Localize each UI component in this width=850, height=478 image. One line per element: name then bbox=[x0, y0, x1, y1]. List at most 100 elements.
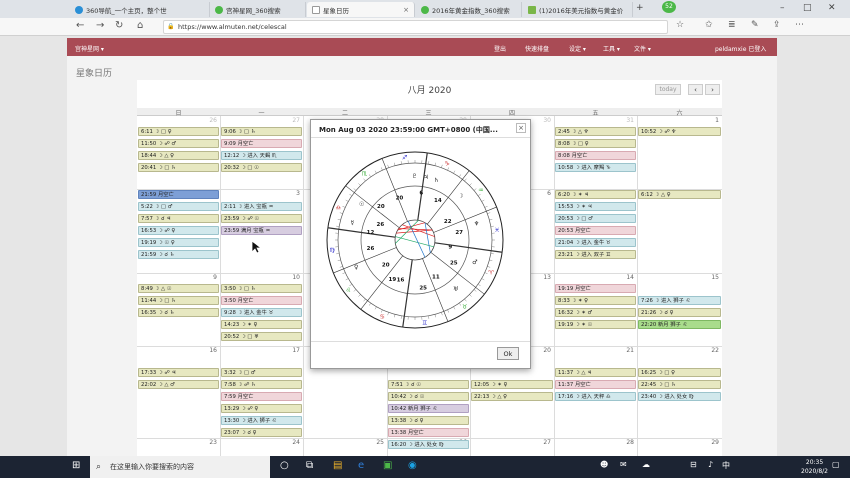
notification-badge[interactable]: 52 bbox=[662, 1, 676, 13]
calendar-event[interactable]: 17:33 ☽ ☍ ♃ bbox=[138, 368, 219, 377]
calendar-event[interactable]: 22:45 ☽ □ ♄ bbox=[638, 380, 721, 389]
reading-list-icon[interactable]: ≣ bbox=[728, 20, 736, 30]
calendar-event[interactable]: 23:59 满月 宝瓶 ♒ bbox=[221, 226, 302, 235]
calendar-event[interactable]: 7:26 ☽ 进入 狮子 ♌ bbox=[638, 296, 721, 305]
day-number[interactable]: 20 bbox=[539, 347, 551, 354]
notifications-icon[interactable]: ▢ bbox=[832, 460, 840, 469]
calendar-event[interactable]: 16:32 ☽ ✶ ♂ bbox=[555, 308, 636, 317]
calendar-event[interactable]: 2:11 ☽ 进入 宝瓶 ♒ bbox=[221, 202, 302, 211]
calendar-event[interactable]: 8:49 ☽ △ ☉ bbox=[138, 284, 219, 293]
calendar-event[interactable]: 21:59 ☽ ☌ ♄ bbox=[138, 250, 219, 259]
calendar-event[interactable]: 9:09 月空亡 bbox=[221, 139, 302, 148]
tools-menu[interactable]: 工具 ▾ bbox=[603, 44, 620, 53]
day-number[interactable]: 31 bbox=[622, 117, 634, 124]
day-number[interactable]: 26 bbox=[205, 117, 217, 124]
calendar-event[interactable]: 15:53 ☽ ✶ ♃ bbox=[555, 202, 636, 211]
calendar-event[interactable]: 8:08 月空亡 bbox=[555, 151, 636, 160]
close-tab-icon[interactable]: × bbox=[399, 6, 409, 14]
calendar-event[interactable]: 22:13 ☽ △ ♀ bbox=[471, 392, 553, 401]
calendar-event[interactable]: 12:12 ☽ 进入 天蝎 ♏ bbox=[221, 151, 302, 160]
day-number[interactable]: 9 bbox=[205, 274, 217, 281]
calendar-event[interactable]: 8:08 ☽ □ ♀ bbox=[555, 139, 636, 148]
calendar-event[interactable]: 16:35 ☽ ☌ ♄ bbox=[138, 308, 219, 317]
maximize-icon[interactable]: □ bbox=[803, 3, 812, 13]
day-number[interactable]: 23 bbox=[205, 439, 217, 446]
calendar-event[interactable]: 23:21 ☽ 进入 双子 ♊ bbox=[555, 250, 636, 259]
today-button[interactable]: today bbox=[655, 84, 681, 95]
prev-month-button[interactable]: ‹ bbox=[688, 84, 703, 95]
calendar-event[interactable]: 10:42 新月 狮子 ♌ bbox=[388, 404, 469, 413]
day-number[interactable]: 25 bbox=[372, 439, 384, 446]
calendar-event[interactable]: 13:29 ☽ ☍ ♀ bbox=[221, 404, 302, 413]
calendar-event[interactable]: 23:07 ☽ ☌ ♀ bbox=[221, 428, 302, 437]
edge-icon[interactable]: e bbox=[358, 460, 364, 471]
calendar-event[interactable]: 13:38 ☽ ☌ ♀ bbox=[388, 416, 469, 425]
day-number[interactable]: 14 bbox=[622, 274, 634, 281]
day-number[interactable]: 29 bbox=[707, 439, 719, 446]
day-number[interactable]: 13 bbox=[539, 274, 551, 281]
cloud-icon[interactable]: ☁ bbox=[642, 460, 650, 469]
calendar-event[interactable]: 23:40 ☽ 进入 处女 ♍ bbox=[638, 392, 721, 401]
refresh-icon[interactable]: ↻ bbox=[115, 20, 123, 31]
calendar-event[interactable]: 7:59 月空亡 bbox=[221, 392, 302, 401]
wechat-icon[interactable]: ✉ bbox=[620, 460, 627, 469]
calendar-event[interactable]: 9:06 ☽ □ ♄ bbox=[221, 127, 302, 136]
calendar-event[interactable]: 21:26 ☽ ☌ ♀ bbox=[638, 308, 721, 317]
calendar-event[interactable]: 6:20 ☽ ✶ ♃ bbox=[555, 190, 636, 199]
calendar-event[interactable]: 19:19 月空亡 bbox=[555, 284, 636, 293]
files-menu[interactable]: 文件 ▾ bbox=[634, 44, 651, 53]
back-icon[interactable]: ← bbox=[76, 20, 84, 31]
windows-start-icon[interactable]: ⊞ bbox=[72, 460, 80, 471]
calendar-event[interactable]: 10:52 ☽ ☍ ♆ bbox=[638, 127, 721, 136]
day-number[interactable]: 24 bbox=[288, 439, 300, 446]
more-icon[interactable]: ⋯ bbox=[795, 20, 804, 30]
calendar-event[interactable]: 9:28 ☽ 进入 金牛 ♉ bbox=[221, 308, 302, 317]
next-month-button[interactable]: › bbox=[705, 84, 720, 95]
calendar-event[interactable]: 20:53 月空亡 bbox=[555, 226, 636, 235]
day-number[interactable]: 6 bbox=[539, 190, 551, 197]
home-icon[interactable]: ⌂ bbox=[137, 20, 143, 31]
browser-icon[interactable]: ◉ bbox=[408, 460, 417, 471]
calendar-event[interactable]: 3:50 月空亡 bbox=[221, 296, 302, 305]
calendar-event[interactable]: 16:20 ☽ 进入 处女 ♍ bbox=[388, 440, 469, 449]
day-number[interactable]: 17 bbox=[288, 347, 300, 354]
calendar-event[interactable]: 7:57 ☽ ☌ ♃ bbox=[138, 214, 219, 223]
day-number[interactable]: 15 bbox=[707, 274, 719, 281]
calendar-event[interactable]: 7:58 ☽ ☍ ♄ bbox=[221, 380, 302, 389]
calendar-event[interactable]: 22:02 ☽ △ ♂ bbox=[138, 380, 219, 389]
calendar-event[interactable]: 18:44 ☽ △ ♀ bbox=[138, 151, 219, 160]
tray-icon[interactable]: ☻ bbox=[600, 460, 608, 469]
tab-celescal[interactable]: 星象日历 × bbox=[307, 2, 415, 17]
store-icon[interactable]: ▣ bbox=[383, 460, 392, 471]
calendar-event[interactable]: 2:45 ☽ △ ♆ bbox=[555, 127, 636, 136]
calendar-event[interactable]: 20:52 ☽ □ ♅ bbox=[221, 332, 302, 341]
dialog-close-button[interactable]: × bbox=[516, 123, 526, 133]
close-window-icon[interactable]: ✕ bbox=[828, 3, 836, 13]
share-icon[interactable]: ⇪ bbox=[773, 20, 781, 30]
taskbar-clock[interactable]: 20:35 2020/8/2 bbox=[801, 458, 828, 476]
calendar-event[interactable]: 20:53 ☽ □ ♂ bbox=[555, 214, 636, 223]
day-number[interactable]: 30 bbox=[539, 117, 551, 124]
day-number[interactable]: 22 bbox=[707, 347, 719, 354]
calendar-event[interactable]: 19:19 ☽ ✶ ☉ bbox=[555, 320, 636, 329]
calendar-event[interactable]: 23:59 ☽ ☍ ☉ bbox=[221, 214, 302, 223]
calendar-event[interactable]: 13:38 月空亡 bbox=[388, 428, 469, 437]
calendar-event[interactable]: 16:53 ☽ ☍ ♀ bbox=[138, 226, 219, 235]
taskbar-search-box[interactable]: ⌕ 在这里输入你要搜索的内容 bbox=[90, 456, 270, 478]
pen-icon[interactable]: ✎ bbox=[751, 20, 759, 30]
volume-icon[interactable]: ♪ bbox=[708, 460, 713, 469]
cortana-icon[interactable]: ○ bbox=[280, 460, 289, 471]
ime-indicator[interactable]: 中 bbox=[722, 460, 730, 471]
calendar-event[interactable]: 7:51 ☽ ☌ ☉ bbox=[388, 380, 469, 389]
day-number[interactable]: 28 bbox=[622, 439, 634, 446]
day-number[interactable]: 27 bbox=[288, 117, 300, 124]
calendar-event[interactable]: 6:11 ☽ □ ♀ bbox=[138, 127, 219, 136]
network-icon[interactable]: ⊟ bbox=[690, 460, 697, 469]
calendar-event[interactable]: 11:44 ☽ □ ♄ bbox=[138, 296, 219, 305]
calendar-event[interactable]: 12:05 ☽ ✶ ♀ bbox=[471, 380, 553, 389]
calendar-event[interactable]: 11:50 ☽ ☍ ♂ bbox=[138, 139, 219, 148]
day-number[interactable]: 16 bbox=[205, 347, 217, 354]
file-explorer-icon[interactable]: ▤ bbox=[333, 460, 342, 471]
site-brand[interactable]: 宫神星网 ▾ bbox=[75, 44, 104, 53]
calendar-event[interactable]: 20:41 ☽ □ ♄ bbox=[138, 163, 219, 172]
